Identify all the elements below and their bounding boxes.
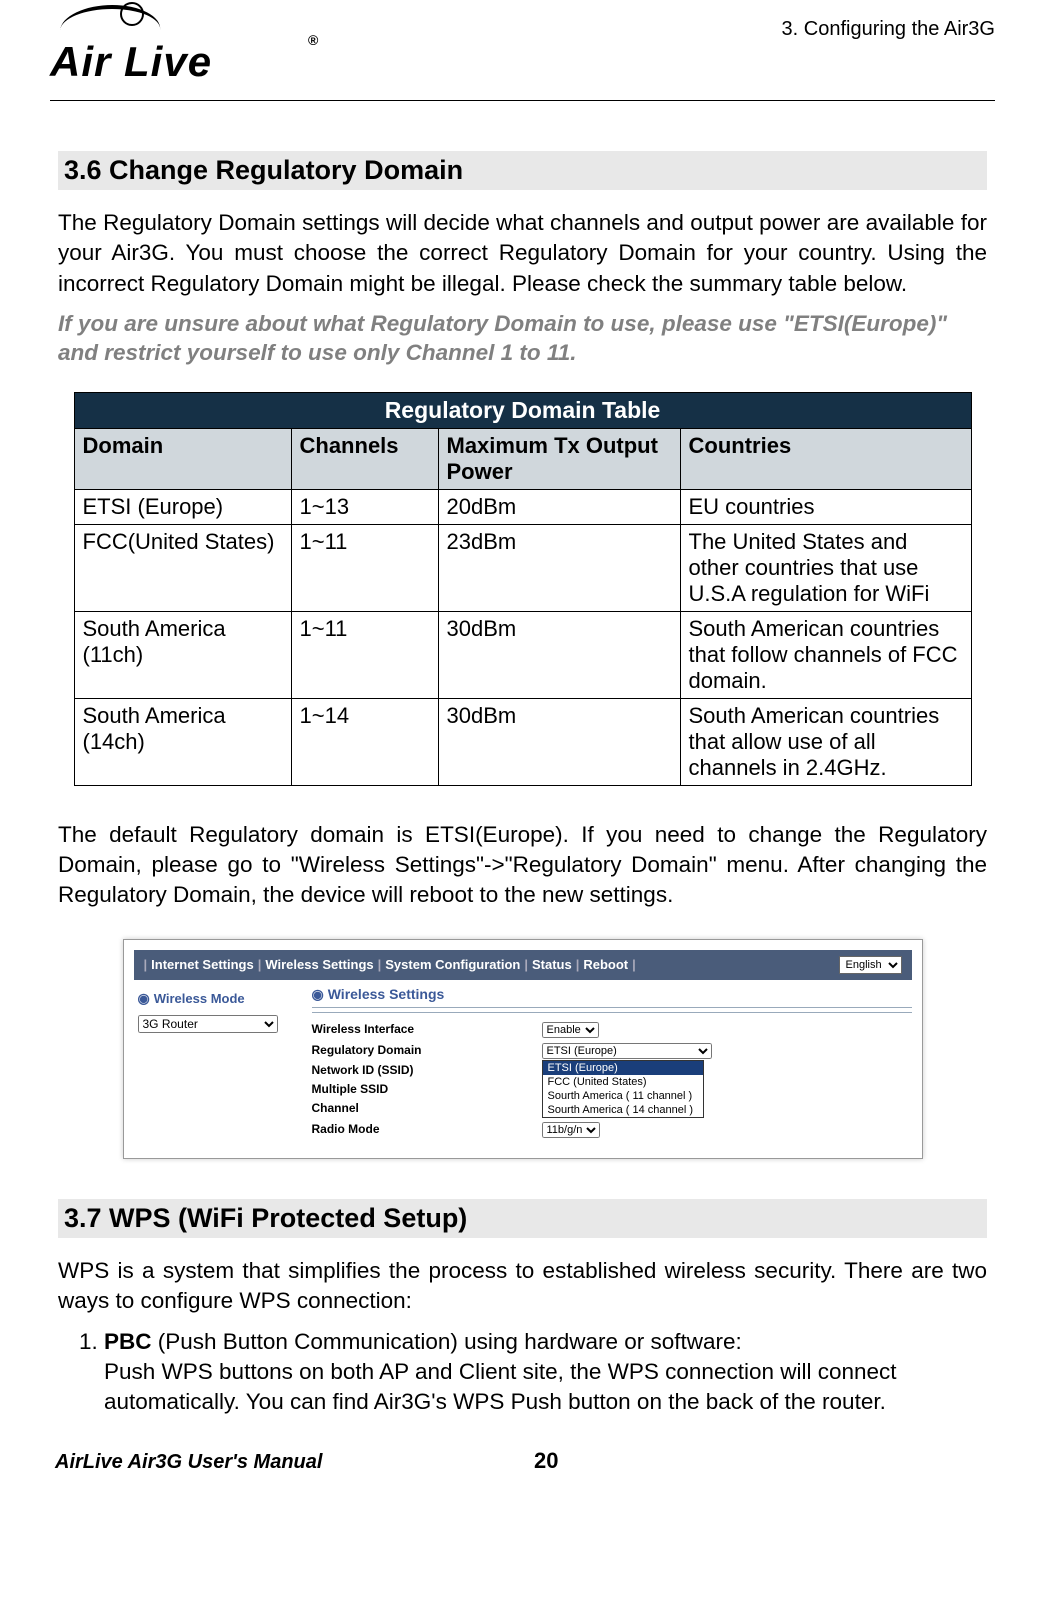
th-power: Maximum Tx Output Power (438, 428, 680, 489)
multi-ssid-label: Multiple SSID (312, 1082, 542, 1096)
embed-navbar: | Internet Settings | Wireless Settings … (134, 950, 912, 980)
wifi-interface-label: Wireless Interface (312, 1022, 542, 1036)
section-3-6-note: If you are unsure about what Regulatory … (58, 309, 987, 368)
wifi-interface-select[interactable]: Enable (542, 1022, 599, 1038)
chapter-title: 3. Configuring the Air3G (782, 18, 995, 41)
section-3-7-intro: WPS is a system that simplifies the proc… (58, 1256, 987, 1317)
nav-reboot[interactable]: Reboot (583, 957, 628, 972)
section-3-6-intro: The Regulatory Domain settings will deci… (58, 208, 987, 299)
radio-mode-select[interactable]: 11b/g/n (542, 1122, 600, 1138)
header-divider (50, 100, 995, 101)
ssid-label: Network ID (SSID) (312, 1063, 542, 1077)
reg-domain-option[interactable]: ETSI (Europe) (543, 1061, 703, 1075)
settings-screenshot: | Internet Settings | Wireless Settings … (123, 939, 923, 1159)
wireless-settings-title: Wireless Settings (312, 986, 912, 1003)
reg-domain-label: Regulatory Domain (312, 1043, 542, 1057)
footer-page-number: 20 (534, 1448, 558, 1474)
reg-domain-option[interactable]: Sourth America ( 11 channel ) (543, 1089, 703, 1103)
th-countries: Countries (680, 428, 971, 489)
table-title: Regulatory Domain Table (74, 392, 971, 428)
wireless-mode-select[interactable]: 3G Router (138, 1015, 278, 1033)
footer-manual-title: AirLive Air3G User's Manual (55, 1451, 322, 1474)
wireless-mode-title: Wireless Mode (138, 990, 278, 1007)
radio-mode-label: Radio Mode (312, 1122, 542, 1136)
logo-text: Air Live (50, 38, 212, 86)
nav-status[interactable]: Status (532, 957, 572, 972)
reg-domain-option[interactable]: FCC (United States) (543, 1075, 703, 1089)
section-3-7-heading: 3.7 WPS (WiFi Protected Setup) (58, 1199, 987, 1238)
airlive-logo: Air Live ® (50, 10, 320, 90)
section-3-6-heading: 3.6 Change Regulatory Domain (58, 151, 987, 190)
channel-label: Channel (312, 1101, 542, 1115)
th-channels: Channels (291, 428, 438, 489)
reg-domain-dropdown: ETSI (Europe) FCC (United States) Sourth… (542, 1060, 704, 1118)
section-3-6-p2: The default Regulatory domain is ETSI(Eu… (58, 820, 987, 911)
reg-domain-select[interactable]: ETSI (Europe) (542, 1043, 712, 1059)
wps-list-item-1: PBC (Push Button Communication) using ha… (104, 1327, 987, 1418)
nav-system-config[interactable]: System Configuration (385, 957, 520, 972)
nav-internet-settings[interactable]: Internet Settings (151, 957, 254, 972)
nav-wireless-settings[interactable]: Wireless Settings (265, 957, 373, 972)
reg-domain-option[interactable]: Sourth America ( 14 channel ) (543, 1103, 703, 1117)
language-select[interactable]: English (839, 956, 902, 974)
regulatory-domain-table: Regulatory Domain Table Domain Channels … (74, 392, 972, 786)
table-row: ETSI (Europe) 1~13 20dBm EU countries (74, 489, 971, 524)
table-row: South America (14ch) 1~14 30dBm South Am… (74, 698, 971, 785)
th-domain: Domain (74, 428, 291, 489)
table-row: FCC(United States) 1~11 23dBm The United… (74, 524, 971, 611)
table-row: South America (11ch) 1~11 30dBm South Am… (74, 611, 971, 698)
